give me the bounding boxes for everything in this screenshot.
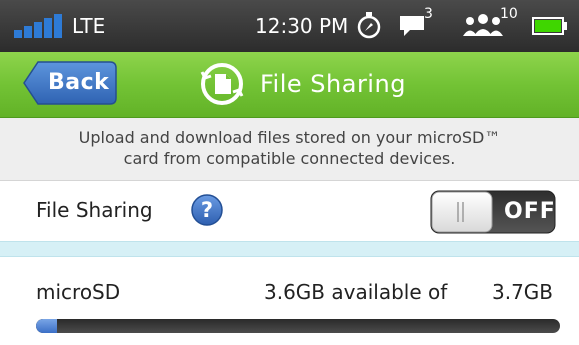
storage-available: 3.6GB available of	[264, 280, 448, 304]
messages-count: 3	[424, 6, 433, 22]
description-panel: Upload and download files stored on your…	[0, 118, 579, 181]
storage-usage-fill	[36, 319, 57, 333]
clock: 12:30 PM	[255, 14, 349, 38]
network-type: LTE	[72, 14, 106, 38]
people-count: 10	[500, 6, 518, 22]
svg-text:?: ?	[201, 198, 213, 222]
back-button[interactable]: Back	[22, 60, 118, 106]
compass-icon	[357, 12, 381, 39]
file-sharing-toggle[interactable]: OFF	[430, 190, 556, 234]
storage-usage-bar	[36, 319, 560, 333]
title-bar: Back File Sharing	[0, 52, 579, 118]
storage-label: microSD	[36, 280, 121, 304]
status-bar: LTE 12:30 PM 3 10	[0, 0, 579, 52]
toggle-state-label: OFF	[504, 199, 556, 224]
file-sharing-row: File Sharing ? OFF	[0, 181, 579, 241]
signal-bars-icon	[14, 14, 62, 38]
storage-total: 3.7GB	[492, 280, 554, 304]
section-divider	[0, 241, 579, 257]
file-sharing-icon	[200, 63, 244, 105]
description-line-2: card from compatible connected devices.	[123, 149, 456, 168]
page-title: File Sharing	[260, 70, 406, 98]
help-icon[interactable]: ?	[190, 193, 224, 227]
description-line-1: Upload and download files stored on your…	[78, 128, 501, 147]
back-button-label: Back	[48, 70, 110, 95]
battery-icon	[532, 17, 567, 35]
storage-row: microSD 3.6GB available of 3.7GB	[0, 257, 579, 345]
file-sharing-label: File Sharing	[36, 198, 153, 222]
people-icon	[463, 14, 503, 36]
